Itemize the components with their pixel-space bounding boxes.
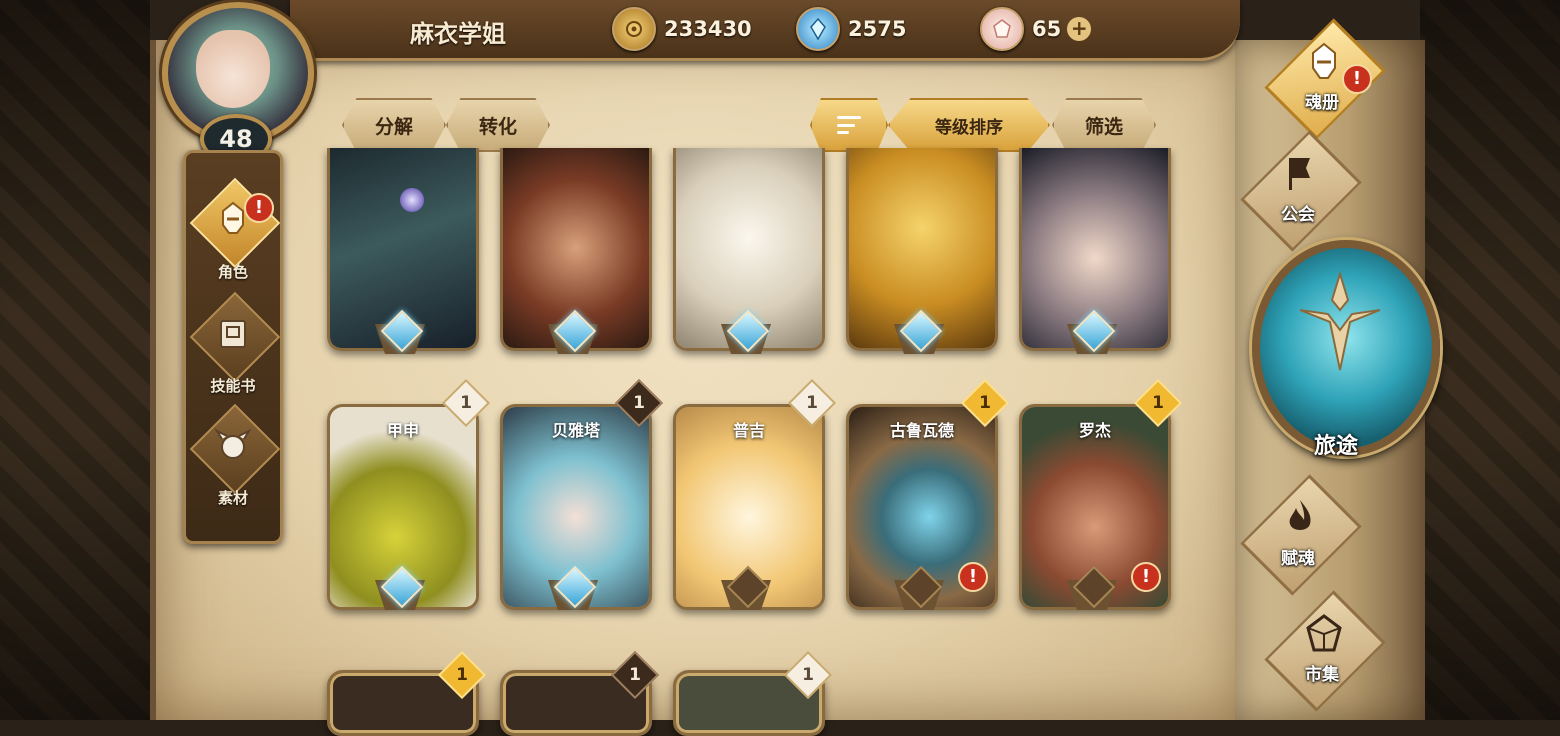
soul-flame-icon (1289, 500, 1311, 530)
card-alert-badge: ! (1131, 562, 1161, 592)
nav-label: 市集 (1305, 665, 1339, 685)
character-card[interactable]: 1 (673, 650, 833, 736)
soul-helmet-icon (1312, 42, 1336, 79)
soul-book-alert-badge: ! (1342, 64, 1372, 94)
sort-by-level-button[interactable]: 等级排序 (888, 98, 1050, 152)
nav-soul-book[interactable]: 魂册 ! (1246, 18, 1406, 140)
character-card[interactable]: 古鲁瓦德 1 ! (846, 378, 1010, 622)
gem-amount: 2575 (848, 17, 907, 41)
card-name: 古鲁瓦德 (889, 421, 954, 440)
character-card[interactable]: 贝雅塔 1 (500, 378, 664, 622)
character-card[interactable]: 1 (500, 650, 660, 736)
gold-currency: 233430 (612, 6, 752, 52)
card-name: 罗杰 (1078, 421, 1111, 440)
card-alert-badge: ! (958, 562, 988, 592)
crystal-amount: 65 (1032, 17, 1062, 41)
material-icon (214, 428, 252, 459)
character-alert-badge: ! (244, 193, 274, 223)
skill-book-icon (220, 320, 246, 348)
filter-button[interactable]: 筛选 (1052, 98, 1156, 152)
convert-button[interactable]: 转化 (446, 98, 550, 152)
nav-label: 赋魂 (1281, 549, 1315, 569)
right-decor-rail (1420, 0, 1560, 720)
crystal-currency: 65 + (980, 6, 1092, 52)
nav-item-materials[interactable]: 素材 (186, 403, 281, 523)
journey-label: 旅途 (1313, 434, 1358, 459)
sort-order-button[interactable] (810, 98, 888, 152)
character-card[interactable]: 普吉 1 (673, 378, 837, 622)
character-card[interactable]: 甲申 1 (327, 378, 491, 622)
nav-label: 公会 (1281, 205, 1315, 225)
character-card[interactable] (1019, 148, 1171, 366)
character-card[interactable] (500, 148, 652, 366)
sort-icon (837, 116, 861, 134)
nav-label: 魂册 (1305, 93, 1339, 113)
nav-guild[interactable]: 公会 (1222, 130, 1382, 252)
gem-currency: 2575 (796, 6, 906, 52)
left-decor-rail (0, 0, 150, 720)
card-name: 普吉 (732, 421, 765, 440)
guild-banner-icon (1289, 158, 1310, 190)
pink-crystal-icon (980, 7, 1024, 51)
gold-amount: 233430 (664, 17, 752, 41)
avatar-face (196, 30, 270, 108)
nav-market[interactable]: 市集 (1246, 590, 1406, 712)
add-crystal-button[interactable]: + (1067, 17, 1092, 41)
journey-emblem-icon (1299, 270, 1381, 371)
character-card[interactable] (327, 148, 479, 366)
journey-button[interactable]: 旅途 (1248, 236, 1440, 466)
card-name: 甲申 (386, 421, 419, 440)
character-card[interactable] (673, 148, 825, 366)
character-card[interactable]: 罗杰 1 ! (1019, 378, 1183, 622)
nav-item-skill-book[interactable]: 技能书 (186, 291, 281, 411)
nav-soul-infuse[interactable]: 赋魂 (1222, 474, 1382, 596)
nav-label: 素材 (217, 489, 248, 507)
decompose-button[interactable]: 分解 (342, 98, 446, 152)
nav-item-character[interactable]: 角色 ! (186, 177, 281, 297)
gold-coin-icon (612, 7, 656, 51)
player-avatar[interactable]: 48 (148, 0, 320, 164)
card-name: 贝雅塔 (551, 421, 600, 440)
player-name: 麻衣学姐 (410, 20, 506, 48)
left-nav: 角色 ! 技能书 素材 (183, 150, 283, 544)
market-crystal-icon (1306, 614, 1342, 652)
nav-label: 技能书 (210, 377, 256, 395)
character-card[interactable]: 1 (327, 650, 487, 736)
character-card[interactable] (846, 148, 998, 366)
blue-gem-icon (796, 7, 840, 51)
nav-label: 角色 (217, 263, 248, 281)
